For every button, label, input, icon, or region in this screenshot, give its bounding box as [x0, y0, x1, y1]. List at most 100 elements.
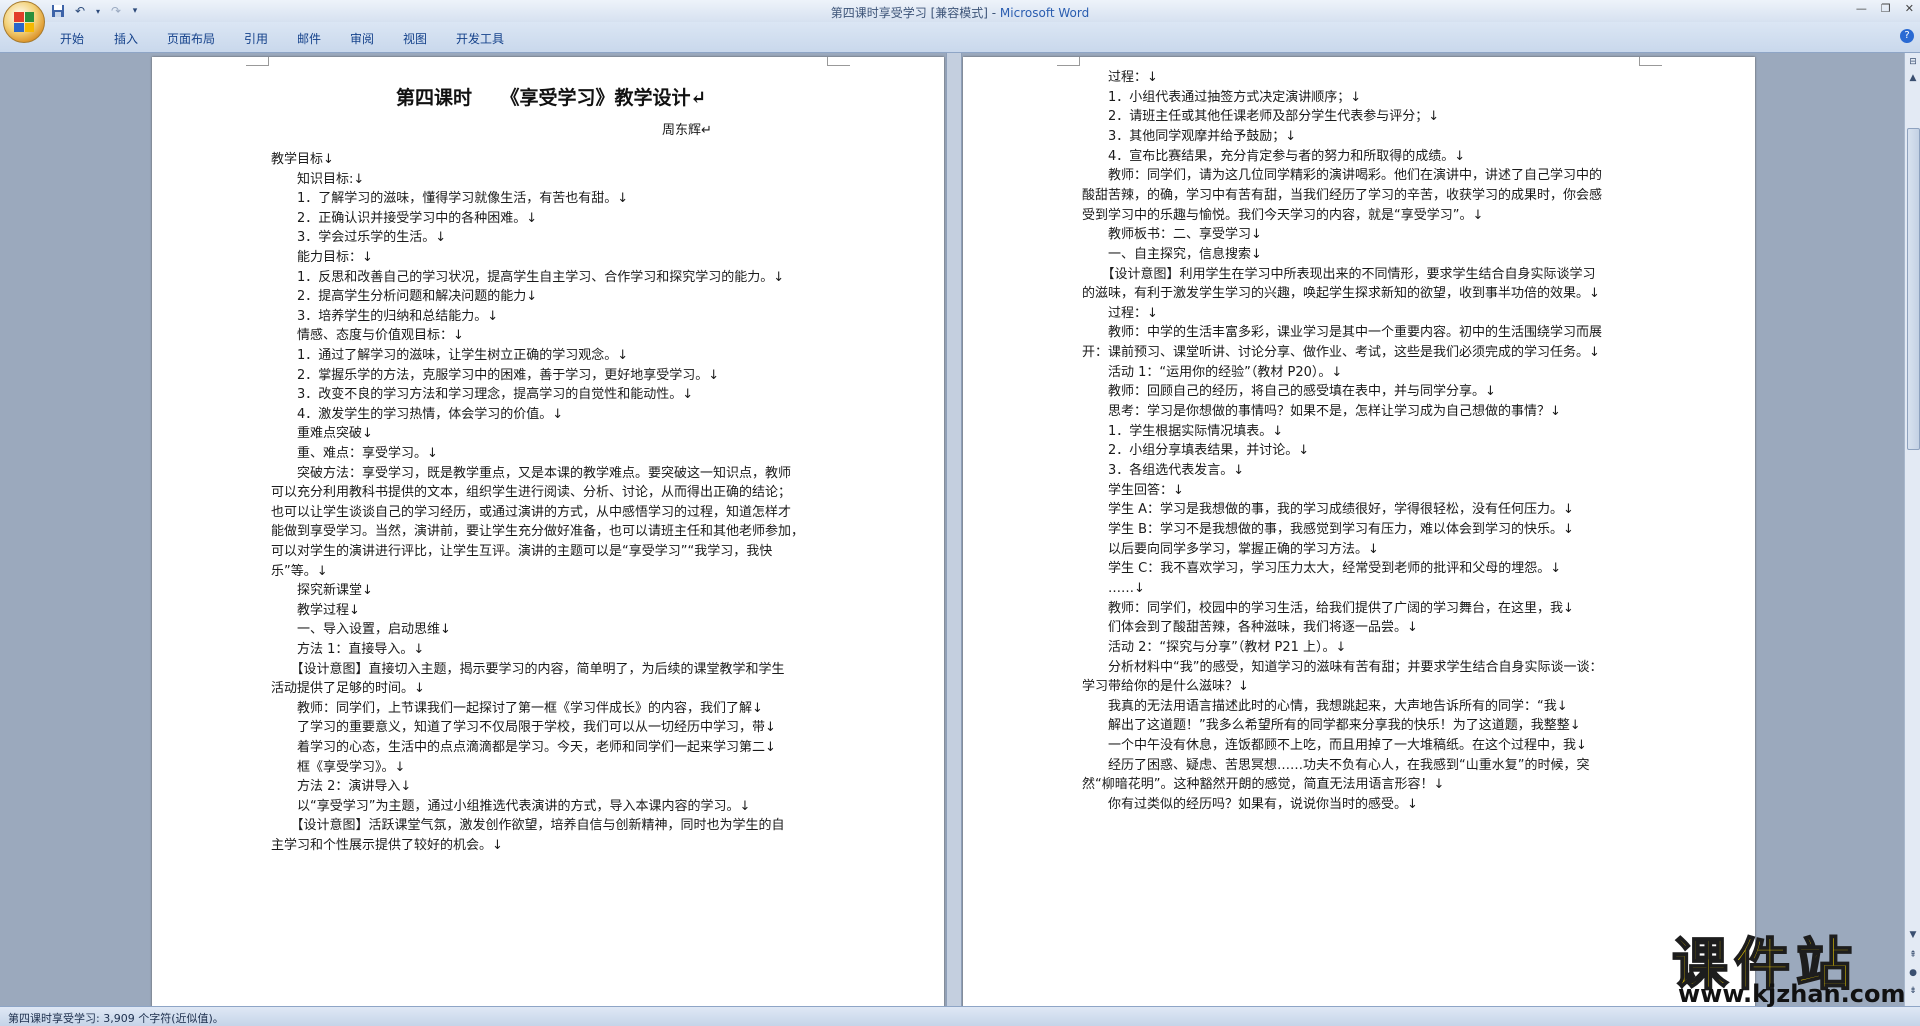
text-line: 能力目标：↓ [271, 250, 373, 265]
maximize-icon[interactable]: ❐ [1881, 2, 1891, 15]
text-line: 【设计意图】活跃课堂气氛，激发创作欲望，培养自信与创新精神，同时也为学生的自 [271, 818, 785, 834]
vertical-scrollbar[interactable]: ⊟ ▲ ▼ ⇞ ● ⇟ [1904, 53, 1920, 1006]
text-line: 重、难点：享受学习。↓ [271, 446, 438, 461]
text-line: 3．改变不良的学习方法和学习理念，提高学习的自觉性和能动性。↓ [271, 387, 694, 403]
document-page-right[interactable]: 过程：↓ 1．小组代表通过抽签方式决定演讲顺序；↓ 2．请班主任或其他任课老师及… [963, 57, 1755, 1006]
text-line: 可以对学生的演讲进行评比，让学生互评。演讲的主题可以是“享受学习”“我学习，我快 [271, 544, 773, 559]
text-line: 然“柳暗花明”。这种豁然开朗的感觉，简直无法用语言形容！↓ [1082, 777, 1445, 793]
text-line: 一个中午没有休息，连饭都顾不上吃，而且用掉了一大堆稿纸。在这个过程中，我↓ [1082, 738, 1587, 754]
next-page-icon[interactable]: ⇟ [1906, 984, 1920, 998]
text-line: 酸甜苦辣，的确，学习中有苦有甜，当我们经历了学习的辛苦，收获学习的成果时，你会感 [1082, 187, 1603, 203]
text-line: 解出了这道题！”我多么希望所有的同学都来分享我的快乐！为了这道题，我整整↓ [1082, 718, 1581, 734]
text-line: 1．通过了解学习的滋味，让学生树立正确的学习观念。↓ [271, 348, 629, 363]
text-line: 【设计意图】利用学生在学习中所表现出来的不同情形，要求学生结合自身实际谈学习 [1082, 266, 1596, 282]
text-line: 我真的无法用语言描述此时的心情，我想跳起来，大声地告诉所有的同学：“我↓ [1082, 698, 1568, 714]
window-title-app: Microsoft Word [999, 6, 1090, 20]
text-line: 教学目标↓ [271, 152, 334, 167]
text-line: 1．反思和改善自己的学习状况，提高学生自主学习、合作学习和探究学习的能力。↓ [271, 269, 785, 285]
select-browse-object-icon[interactable]: ● [1906, 966, 1920, 980]
tab-insert[interactable]: 插入 [114, 30, 138, 47]
text-line: 教师板书：二、享受学习↓ [1082, 227, 1262, 243]
scrollbar-thumb[interactable] [1907, 128, 1920, 450]
document-page-left[interactable]: 第四课时 《享受学习》教学设计↵ 周东辉↵ 教学目标↓ 知识目标:↓ 1．了解学… [152, 57, 944, 1006]
close-icon[interactable]: ✕ [1905, 2, 1914, 15]
text-line: 受到学习中的乐趣与愉悦。我们今天学习的内容，就是“享受学习”。↓ [1082, 207, 1484, 223]
text-line: 思考：学习是你想做的事情吗？如果不是，怎样让学习成为自己想做的事情？↓ [1082, 404, 1561, 420]
text-line: 2．提高学生分析问题和解决问题的能力↓ [271, 289, 538, 305]
text-line: 主学习和个性展示提供了较好的机会。↓ [271, 838, 503, 853]
ribbon-tabs: 开始 插入 页面布局 引用 邮件 审阅 视图 开发工具 [0, 22, 1920, 53]
text-line: 方法 2：演讲导入↓ [271, 779, 412, 795]
margin-corner-mark [1639, 57, 1662, 66]
margin-corner-mark [246, 57, 269, 66]
previous-page-icon[interactable]: ⇞ [1906, 948, 1920, 962]
text-line: 3．其他同学观摩并给予鼓励；↓ [1082, 128, 1297, 144]
text-line: 开：课前预习、课堂听讲、讨论分享、做作业、考试，这些是我们必须完成的学习任务。↓ [1082, 345, 1600, 361]
text-line: 【设计意图】直接切入主题，揭示要学习的内容，简单明了，为后续的课堂教学和学生 [271, 661, 785, 677]
scroll-down-icon[interactable]: ▼ [1906, 928, 1920, 942]
text-line: 知识目标:↓ [271, 171, 365, 187]
text-line: 学生回答：↓ [1082, 482, 1184, 498]
tab-review[interactable]: 审阅 [350, 30, 374, 47]
text-line: 分析材料中“我”的感受，知道学习的滋味有苦有甜；并要求学生结合自身实际谈一谈： [1082, 659, 1603, 675]
text-line: 活动 1：“运用你的经验”（教材 P20）。↓ [1082, 364, 1343, 380]
tab-home[interactable]: 开始 [60, 30, 84, 47]
text-line: 过程：↓ [1082, 305, 1158, 321]
minimize-icon[interactable]: — [1856, 2, 1867, 15]
status-word-count[interactable]: 第四课时享受学习: 3,909 个字符(近似值)。 [8, 1010, 224, 1026]
text-line: 学生 C：我不喜欢学习，学习压力太大，经常受到老师的批评和父母的埋怨。↓ [1082, 561, 1562, 577]
document-author: 周东辉↵ [662, 123, 712, 138]
text-line: 了学习的重要意义，知道了学习不仅局限于学校，我们可以从一切经历中学习，带↓ [271, 720, 776, 736]
document-title: 第四课时 《享受学习》教学设计↵ [396, 87, 707, 109]
text-line: 可以充分利用教科书提供的文本，组织学生进行阅读、分析、讨论，从而得出正确的结论； [271, 485, 792, 501]
tab-page-layout[interactable]: 页面布局 [167, 30, 215, 47]
page-split-divider [946, 53, 962, 1006]
text-line: 教师：同学们，请为这几位同学精彩的演讲喝彩。他们在演讲中，讲述了自己学习中的 [1082, 168, 1603, 184]
tab-mailings[interactable]: 邮件 [297, 30, 321, 47]
scroll-up-icon[interactable]: ▲ [1906, 71, 1920, 85]
text-line: 2．小组分享填表结果，并讨论。↓ [1082, 443, 1310, 459]
help-icon[interactable]: ? [1900, 29, 1914, 43]
watermark-url: www.kjzhan.com [1678, 980, 1906, 1008]
text-line: 活动提供了足够的时间。↓ [271, 681, 425, 697]
margin-corner-mark [827, 57, 850, 66]
text-line: 方法 1：直接导入。↓ [271, 642, 425, 657]
text-line: 2．掌握乐学的方法，克服学习中的困难，善于学习，更好地享受学习。↓ [271, 367, 720, 383]
text-line: 能做到享受学习。当然，演讲前，要让学生充分做好准备，也可以请班主任和其他老师参加… [271, 524, 805, 540]
text-line: 你有过类似的经历吗？如果有，说说你当时的感受。↓ [1082, 797, 1418, 813]
status-bar: 第四课时享受学习: 3,909 个字符(近似值)。 [0, 1006, 1920, 1026]
text-line: 学习带给你的是什么滋味？↓ [1082, 679, 1249, 695]
text-line: 3．培养学生的归纳和总结能力。↓ [271, 308, 499, 324]
title-bar: ↶ ▾ ↷ ▾ 第四课时享受学习 [兼容模式] - Microsoft Word… [0, 0, 1920, 22]
text-line: 1．了解学习的滋味，懂得学习就像生活，有苦也有甜。↓ [271, 191, 629, 207]
text-line: 一、导入设置，启动思维↓ [271, 622, 451, 638]
text-line: 经历了困惑、疑虑、苦思冥想……功夫不负有心人，在我感到“山重水复”的时候，突 [1082, 757, 1590, 773]
office-button[interactable] [3, 1, 45, 43]
text-line: 重难点突破↓ [271, 426, 373, 442]
text-line: 1．小组代表通过抽签方式决定演讲顺序；↓ [1082, 89, 1362, 105]
text-line: 教师：中学的生活丰富多彩，课业学习是其中一个重要内容。初中的生活围绕学习而展 [1082, 325, 1603, 341]
text-line: 教学过程↓ [271, 602, 360, 618]
margin-corner-mark [1057, 57, 1080, 66]
text-line: 学生 A：学习是我想做的事，我的学习成绩很好，学得很轻松，没有任何压力。↓ [1082, 502, 1574, 518]
window-title: 第四课时享受学习 [兼容模式] - Microsoft Word [0, 4, 1920, 21]
tab-developer[interactable]: 开发工具 [456, 30, 504, 47]
text-line: 活动 2：“探究与分享”（教材 P21 上）。↓ [1082, 639, 1347, 655]
text-line: ……↓ [1082, 580, 1145, 596]
text-line: 过程：↓ [1082, 70, 1158, 85]
text-line: 以后要向同学多学习，掌握正确的学习方法。↓ [1082, 541, 1379, 557]
text-line: 教师：同学们，校园中的学习生活，给我们提供了广阔的学习舞台，在这里，我↓ [1082, 600, 1574, 616]
text-line: 情感、态度与价值观目标：↓ [271, 328, 464, 344]
text-line: 探究新课堂↓ [271, 583, 373, 599]
text-line: 3．学会过乐学的生活。↓ [271, 230, 447, 246]
tab-view[interactable]: 视图 [403, 30, 427, 47]
text-line: 2．请班主任或其他任课老师及部分学生代表参与评分；↓ [1082, 109, 1440, 125]
text-line: 着学习的心态，生活中的点点滴滴都是学习。今天，老师和同学们一起来学习第二↓ [271, 740, 776, 755]
text-line: 框《享受学习》。↓ [271, 759, 406, 775]
office-logo-icon [14, 12, 34, 32]
ruler-toggle-icon[interactable]: ⊟ [1906, 55, 1920, 69]
text-line: 们体会到了酸甜苦辣，各种滋味，我们将逐一品尝。↓ [1082, 620, 1418, 636]
tab-references[interactable]: 引用 [244, 30, 268, 47]
text-line: 也可以让学生谈谈自己的学习经历，或通过演讲的方式，从中感悟学习的过程，知道怎样才 [271, 504, 792, 520]
text-line: 突破方法：享受学习，既是教学重点，又是本课的教学难点。要突破这一知识点，教师 [271, 465, 792, 481]
